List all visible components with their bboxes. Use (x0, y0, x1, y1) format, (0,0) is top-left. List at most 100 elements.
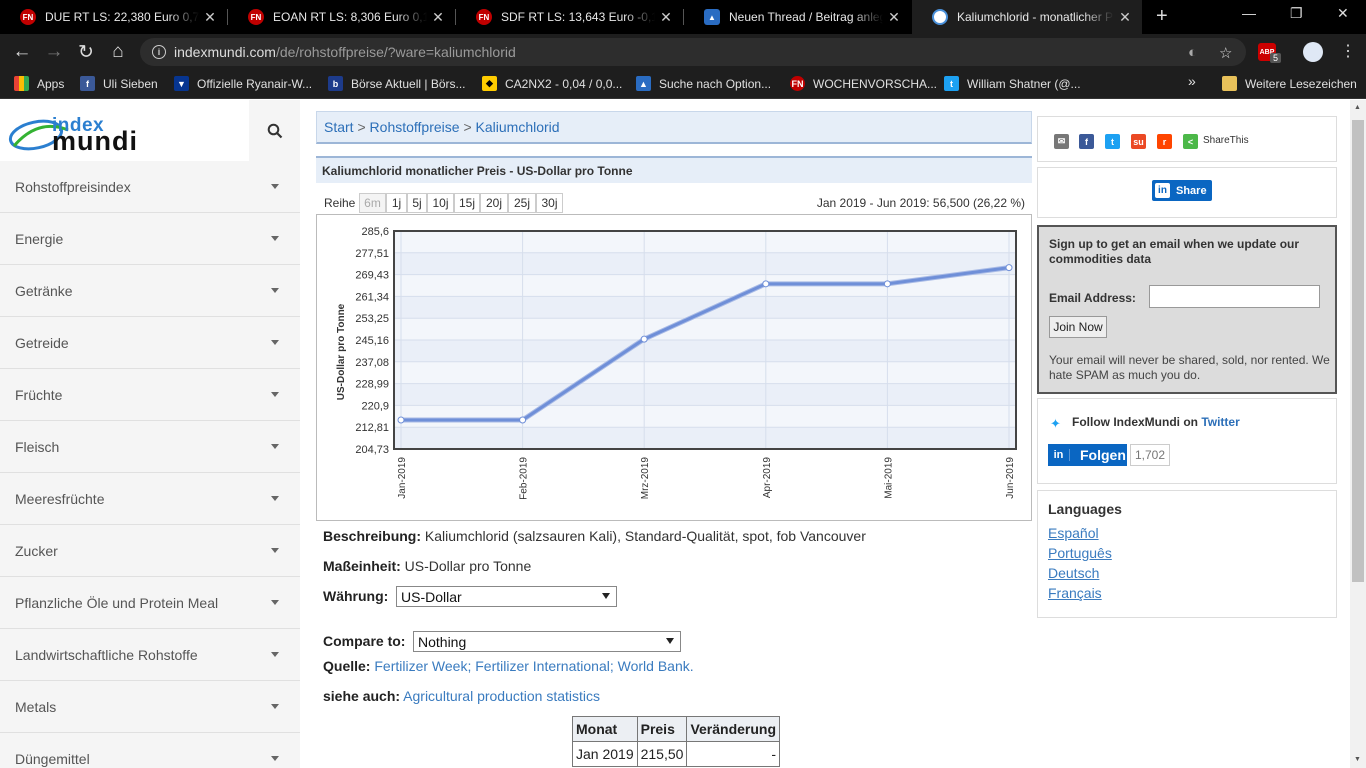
sidebar-item[interactable]: Pflanzliche Öle und Protein Meal (0, 577, 300, 629)
forward-icon[interactable]: → (42, 40, 66, 64)
share-bar: ✉ f t su r < ShareThis (1037, 116, 1337, 162)
range-button-25j[interactable]: 25j (508, 193, 536, 213)
linkedin-follow-button[interactable]: in Folgen (1048, 444, 1127, 466)
close-tab-icon[interactable]: ✕ (427, 9, 449, 26)
range-button-20j[interactable]: 20j (480, 193, 508, 213)
bookmark-item[interactable]: b Börse Aktuell | Börs... (328, 76, 466, 91)
tab-title: Kaliumchlorid - monatlicher Pre (957, 10, 1114, 24)
chevron-down-icon (271, 496, 279, 501)
language-link-francais[interactable]: Français (1048, 585, 1102, 601)
see-also-link[interactable]: Agricultural production statistics (403, 688, 600, 704)
browser-tab[interactable]: FN EOAN RT LS: 8,306 Euro 0,11 (1, ✕ (228, 0, 455, 34)
restore-icon[interactable]: ❐ (1290, 5, 1303, 22)
close-tab-icon[interactable]: ✕ (1114, 9, 1136, 26)
range-button-6m[interactable]: 6m (359, 193, 386, 213)
currency-select[interactable]: US-Dollar (396, 586, 617, 607)
follow-box: ✦ Follow IndexMundi on Twitter in Folgen… (1037, 398, 1337, 484)
breadcrumb-separator: > (357, 119, 366, 135)
close-window-icon[interactable]: ✕ (1337, 5, 1349, 22)
sidebar-item[interactable]: Zucker (0, 525, 300, 577)
scrollbar-thumb[interactable] (1352, 120, 1364, 582)
browser-tab[interactable]: ▲ Neuen Thread / Beitrag anlegen ✕ (684, 0, 911, 34)
close-tab-icon[interactable]: ✕ (883, 9, 905, 26)
data-point (397, 416, 405, 424)
range-button-10j[interactable]: 10j (427, 193, 454, 213)
twitter-share-icon[interactable]: t (1105, 134, 1120, 149)
bookmark-item[interactable]: ◆ CA2NX2 - 0,04 / 0,0... (482, 76, 622, 91)
browser-tab-active[interactable]: Kaliumchlorid - monatlicher Pre ✕ (912, 0, 1142, 34)
other-bookmarks[interactable]: Weitere Lesezeichen (1222, 76, 1357, 91)
scroll-down-icon[interactable]: ▼ (1354, 756, 1361, 763)
page-scrollbar[interactable]: ▲ ▼ (1350, 100, 1366, 768)
commerzbank-icon: ◆ (482, 76, 497, 91)
linkedin-share-button[interactable]: in Share (1152, 180, 1212, 201)
range-button-30j[interactable]: 30j (536, 193, 563, 213)
more-bookmarks-button[interactable]: » (1188, 73, 1196, 89)
fn-logo-icon: FN (20, 9, 36, 25)
x-tick-label: Jun-2019 (1005, 457, 1016, 499)
search-button[interactable] (249, 100, 300, 161)
sidebar-item-label: Zucker (15, 542, 58, 559)
logo-text-mundi: mundi (52, 126, 138, 156)
language-link-portugues[interactable]: Português (1048, 545, 1112, 561)
new-tab-button[interactable]: + (1156, 5, 1168, 28)
data-point (519, 416, 527, 424)
reddit-share-icon[interactable]: r (1157, 134, 1172, 149)
range-button-1j[interactable]: 1j (386, 193, 407, 213)
sidebar-item[interactable]: Energie (0, 213, 300, 265)
minimize-icon[interactable]: — (1242, 5, 1256, 21)
compare-select[interactable]: Nothing (413, 631, 681, 652)
sidebar-item[interactable]: Früchte (0, 369, 300, 421)
join-now-button[interactable]: Join Now (1049, 316, 1107, 338)
breadcrumb-section-link[interactable]: Rohstoffpreise (370, 119, 460, 135)
close-tab-icon[interactable]: ✕ (655, 9, 677, 26)
site-info-icon[interactable]: i (152, 45, 166, 59)
fn-logo-icon: FN (790, 76, 805, 91)
indexmundi-logo[interactable]: index mundi (0, 100, 249, 161)
sharethis-label[interactable]: ShareThis (1203, 135, 1249, 146)
browser-tab[interactable]: FN DUE RT LS: 22,380 Euro 0,75 (3,4 ✕ (0, 0, 227, 34)
breadcrumb-home-link[interactable]: Start (324, 119, 354, 135)
email-input[interactable] (1149, 285, 1320, 308)
bookmark-item[interactable]: ▼ Offizielle Ryanair-W... (174, 76, 312, 91)
bookmark-item[interactable]: t William Shatner (@... (944, 76, 1081, 91)
sidebar-item[interactable]: Rohstoffpreisindex (0, 161, 300, 213)
sidebar-item[interactable]: Meeresfrüchte (0, 473, 300, 525)
chart-band (394, 361, 1016, 384)
sharethis-icon[interactable]: < (1183, 134, 1198, 149)
source-link[interactable]: Fertilizer Week; Fertilizer Internationa… (374, 658, 693, 674)
email-share-icon[interactable]: ✉ (1054, 134, 1069, 149)
column-header-price: Preis (636, 716, 688, 742)
bookmark-star-icon[interactable]: ☆ (1219, 44, 1232, 62)
tab-title: SDF RT LS: 13,643 Euro -0,12 (-0 (501, 10, 655, 24)
range-button-15j[interactable]: 15j (454, 193, 480, 213)
stumbleupon-share-icon[interactable]: su (1131, 134, 1146, 149)
menu-icon[interactable]: ⋮ (1340, 41, 1356, 61)
browser-tab[interactable]: FN SDF RT LS: 13,643 Euro -0,12 (-0 ✕ (456, 0, 683, 34)
blocked-content-icon[interactable]: ◐ (1188, 44, 1197, 61)
sidebar-item[interactable]: Getreide (0, 317, 300, 369)
profile-avatar[interactable] (1303, 42, 1323, 62)
facebook-share-icon[interactable]: f (1079, 134, 1094, 149)
sidebar-item[interactable]: Landwirtschaftliche Rohstoffe (0, 629, 300, 681)
home-icon[interactable]: ⌂ (106, 40, 130, 64)
sidebar-item[interactable]: Fleisch (0, 421, 300, 473)
close-tab-icon[interactable]: ✕ (199, 9, 221, 26)
description-row: Beschreibung: Kaliumchlorid (salzsauren … (323, 528, 866, 544)
language-link-espanol[interactable]: Español (1048, 525, 1099, 541)
sidebar-item[interactable]: Düngemittel (0, 733, 300, 768)
address-bar[interactable]: i indexmundi.com/de/rohstoffpreise/?ware… (140, 38, 1246, 66)
range-button-5j[interactable]: 5j (407, 193, 427, 213)
language-link-deutsch[interactable]: Deutsch (1048, 565, 1099, 581)
back-icon[interactable]: ← (10, 40, 34, 64)
bookmark-item[interactable]: f Uli Sieben (80, 76, 158, 91)
sidebar-item[interactable]: Getränke (0, 265, 300, 317)
bookmark-apps[interactable]: Apps (14, 76, 64, 91)
sidebar-item[interactable]: Metals (0, 681, 300, 733)
bookmark-item[interactable]: ▲ Suche nach Option... (636, 76, 771, 91)
breadcrumb-current-link[interactable]: Kaliumchlorid (476, 119, 560, 135)
reload-icon[interactable]: ↻ (74, 40, 98, 64)
sidebar-item-label: Energie (15, 230, 64, 247)
bookmark-item[interactable]: FN WOCHENVORSCHA... (790, 76, 937, 91)
scroll-up-icon[interactable]: ▲ (1354, 104, 1361, 111)
